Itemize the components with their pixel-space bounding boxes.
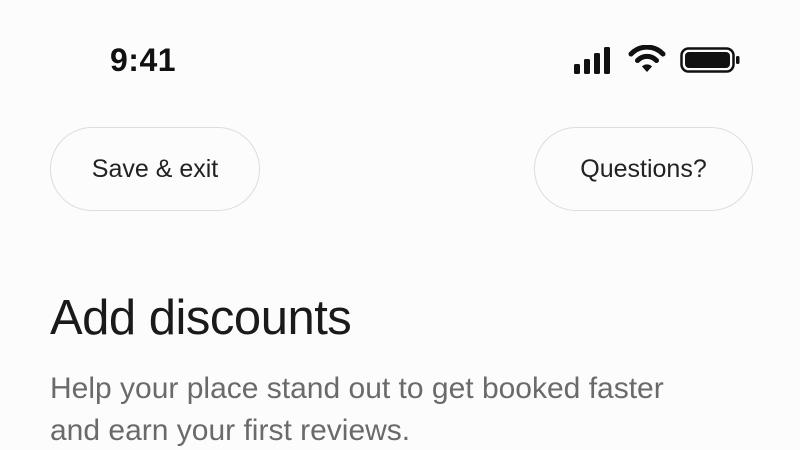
status-time: 9:41 xyxy=(110,42,177,78)
wifi-icon xyxy=(628,45,666,72)
status-bar: 9:41 xyxy=(0,0,800,110)
status-icons xyxy=(574,44,744,76)
cellular-signal-icon xyxy=(574,47,610,74)
battery-icon xyxy=(680,47,740,73)
page-title: Add discounts xyxy=(50,291,352,345)
save-exit-button[interactable]: Save & exit xyxy=(50,127,260,211)
page-subtitle: Help your place stand out to get booked … xyxy=(50,372,664,447)
questions-button[interactable]: Questions? xyxy=(534,127,753,211)
